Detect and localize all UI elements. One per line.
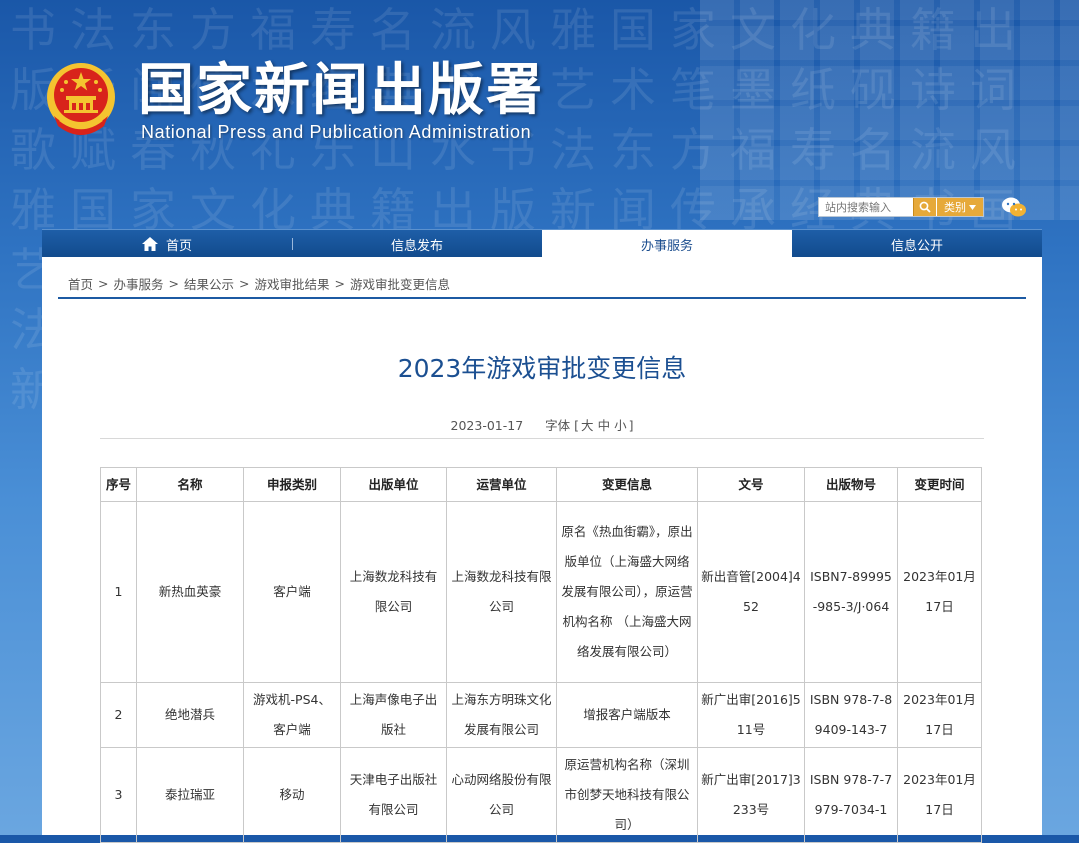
breadcrumb-game-approval[interactable]: 游戏审批结果 bbox=[255, 274, 330, 293]
cell-category: 客户端 bbox=[243, 501, 341, 683]
site-title: 国家新闻出版署 bbox=[138, 57, 544, 123]
nav-item-label: 信息公开 bbox=[890, 238, 943, 254]
cell-date: 2023年01月17日 bbox=[897, 747, 982, 843]
breadcrumb-current[interactable]: 游戏审批变更信息 bbox=[350, 274, 450, 293]
breadcrumb-separator: > bbox=[334, 276, 345, 291]
breadcrumb-divider bbox=[58, 297, 1026, 299]
column-header: 变更时间 bbox=[897, 467, 982, 502]
cell-change: 原名《热血街霸》，原出版单位（上海盛大网络发展有限公司），原运营机构名称 （上海… bbox=[556, 501, 698, 683]
table-header-row: 序号 名称 申报类别 出版单位 运营单位 变更信息 文号 出版物号 变更时间 bbox=[100, 467, 982, 502]
column-header: 文号 bbox=[697, 467, 805, 502]
nav-item-label: 办事服务 bbox=[640, 238, 693, 254]
cell-name: 泰拉瑞亚 bbox=[136, 747, 244, 843]
nav-item-label: 信息发布 bbox=[390, 238, 443, 254]
font-size-bracket-open: [ bbox=[574, 418, 580, 433]
wechat-icon[interactable] bbox=[1001, 196, 1027, 218]
article-meta: 2023-01-17 字体 [大中小] bbox=[42, 415, 1042, 434]
cell-isbn: ISBN 978-7-89409-143-7 bbox=[804, 682, 898, 748]
site-search: 类别 bbox=[818, 197, 984, 217]
game-change-table: 序号 名称 申报类别 出版单位 运营单位 变更信息 文号 出版物号 变更时间 1… bbox=[100, 467, 982, 843]
search-category-dropdown[interactable]: 类别 bbox=[936, 198, 983, 216]
font-size-control: 字体 [大中小] bbox=[545, 418, 633, 433]
column-header: 申报类别 bbox=[243, 467, 341, 502]
cell-isbn: ISBN7-89995-985-3/J·064 bbox=[804, 501, 898, 683]
search-input[interactable] bbox=[819, 199, 913, 215]
cell-name: 绝地潜兵 bbox=[136, 682, 244, 748]
article-title: 2023年游戏审批变更信息 bbox=[397, 354, 687, 383]
cell-change: 原运营机构名称（深圳市创梦天地科技有限公司） bbox=[556, 747, 698, 843]
search-category-label: 类别 bbox=[944, 201, 966, 214]
font-size-bracket-close: ] bbox=[628, 418, 634, 433]
breadcrumb: 首页 > 办事服务 > 结果公示 > 游戏审批结果 > 游戏审批变更信息 bbox=[68, 274, 450, 293]
column-header: 出版物号 bbox=[804, 467, 898, 502]
cell-name: 新热血英豪 bbox=[136, 501, 244, 683]
breadcrumb-separator: > bbox=[239, 276, 250, 291]
national-emblem-icon bbox=[47, 63, 115, 135]
background-grid bbox=[700, 0, 1079, 220]
nav-item-home[interactable]: 首页 bbox=[42, 230, 292, 258]
cell-no: 1 bbox=[100, 501, 137, 683]
cell-operator: 心动网络股份有限公司 bbox=[446, 747, 557, 843]
cell-operator: 上海数龙科技有限公司 bbox=[446, 501, 557, 683]
breadcrumb-separator: > bbox=[168, 276, 179, 291]
breadcrumb-home[interactable]: 首页 bbox=[68, 274, 93, 293]
cell-doc-no: 新广出审[2016]511号 bbox=[697, 682, 805, 748]
nav-item-info-release[interactable]: 信息发布 bbox=[292, 230, 542, 258]
main-nav: 首页 信息发布 办事服务 信息公开 bbox=[42, 229, 1042, 258]
cell-doc-no: 新出音管[2004]452 bbox=[697, 501, 805, 683]
content-panel: 首页 > 办事服务 > 结果公示 > 游戏审批结果 > 游戏审批变更信息 202… bbox=[42, 257, 1042, 843]
column-header: 序号 bbox=[100, 467, 137, 502]
column-header: 变更信息 bbox=[556, 467, 698, 502]
search-icon bbox=[919, 201, 931, 213]
breadcrumb-results[interactable]: 结果公示 bbox=[184, 274, 234, 293]
cell-publisher: 上海数龙科技有限公司 bbox=[340, 501, 447, 683]
cell-doc-no: 新广出审[2017]3233号 bbox=[697, 747, 805, 843]
search-button[interactable] bbox=[913, 198, 936, 216]
cell-category: 游戏机-PS4、客户端 bbox=[243, 682, 341, 748]
cell-change: 增报客户端版本 bbox=[556, 682, 698, 748]
cell-publisher: 上海声像电子出版社 bbox=[340, 682, 447, 748]
table-row: 2 绝地潜兵 游戏机-PS4、客户端 上海声像电子出版社 上海东方明珠文化发展有… bbox=[100, 682, 982, 748]
cell-date: 2023年01月17日 bbox=[897, 682, 982, 748]
cell-category: 移动 bbox=[243, 747, 341, 843]
chevron-down-icon bbox=[969, 204, 976, 210]
site-subtitle: National Press and Publication Administr… bbox=[141, 122, 532, 142]
font-size-large[interactable]: 大 bbox=[581, 418, 594, 433]
column-header: 名称 bbox=[136, 467, 244, 502]
nav-item-label: 首页 bbox=[165, 238, 192, 254]
cell-no: 2 bbox=[100, 682, 137, 748]
cell-no: 3 bbox=[100, 747, 137, 843]
nav-item-services[interactable]: 办事服务 bbox=[542, 230, 792, 258]
home-icon bbox=[141, 237, 158, 251]
cell-date: 2023年01月17日 bbox=[897, 501, 982, 683]
font-size-label: 字体 bbox=[545, 418, 571, 433]
cell-publisher: 天津电子出版社有限公司 bbox=[340, 747, 447, 843]
font-size-medium[interactable]: 中 bbox=[598, 418, 611, 433]
column-header: 运营单位 bbox=[446, 467, 557, 502]
nav-item-info-disclosure[interactable]: 信息公开 bbox=[792, 230, 1042, 258]
cell-isbn: ISBN 978-7-7979-7034-1 bbox=[804, 747, 898, 843]
table-row: 3 泰拉瑞亚 移动 天津电子出版社有限公司 心动网络股份有限公司 原运营机构名称… bbox=[100, 747, 982, 843]
breadcrumb-services[interactable]: 办事服务 bbox=[114, 274, 164, 293]
cell-operator: 上海东方明珠文化发展有限公司 bbox=[446, 682, 557, 748]
article-date: 2023-01-17 bbox=[450, 418, 524, 433]
font-size-small[interactable]: 小 bbox=[614, 418, 627, 433]
breadcrumb-separator: > bbox=[98, 276, 109, 291]
column-header: 出版单位 bbox=[340, 467, 447, 502]
meta-divider bbox=[100, 438, 984, 439]
table-row: 1 新热血英豪 客户端 上海数龙科技有限公司 上海数龙科技有限公司 原名《热血街… bbox=[100, 501, 982, 683]
